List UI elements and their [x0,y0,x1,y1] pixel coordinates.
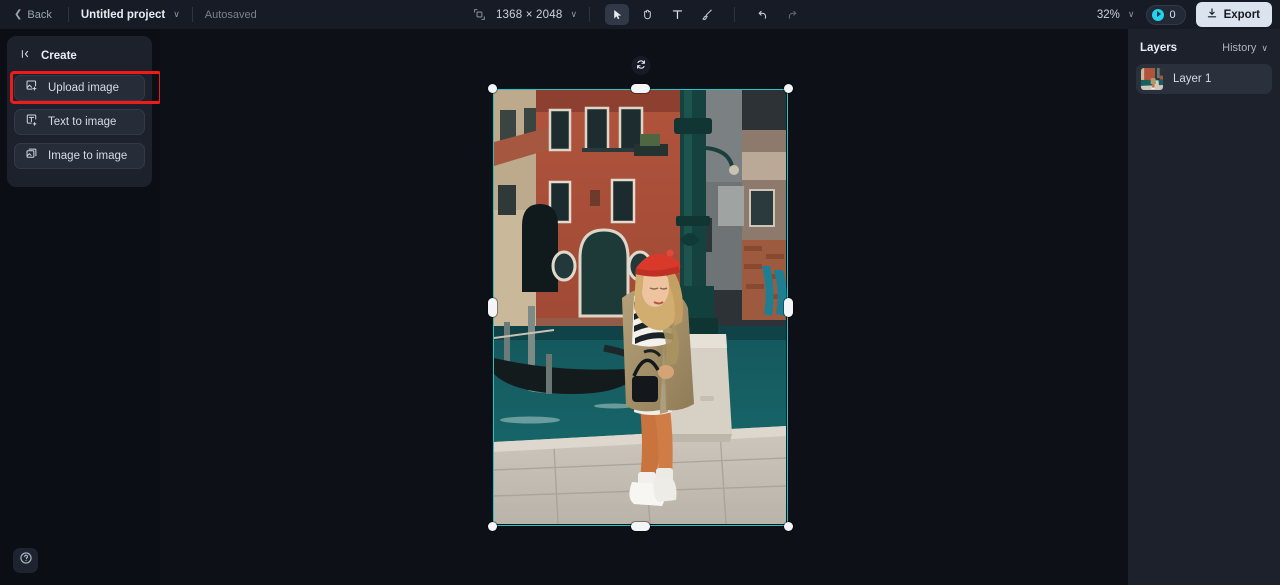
text-to-image-button[interactable]: Text to image [14,109,145,135]
layers-panel: Layers History ∨ Layer 1 [1128,29,1280,585]
project-title[interactable]: Untitled project [81,9,165,21]
resize-handle-top-left[interactable] [488,84,497,93]
topbar-center-tools: 1368 × 2048 ∨ [473,0,807,29]
canvas-image[interactable] [493,89,788,526]
create-panel-title: Create [41,50,77,62]
redo-button[interactable] [780,4,804,25]
layer-item[interactable]: Layer 1 [1136,64,1272,94]
venice-photo [494,90,787,525]
canvas-size-icon [473,8,486,21]
upload-image-button[interactable]: Upload image [14,75,145,101]
autosaved-status: Autosaved [204,8,257,21]
upload-image-label: Upload image [48,82,119,94]
dimensions-chevron-down-icon[interactable]: ∨ [570,9,577,20]
topbar-left-group: ❮ Back Untitled project ∨ Autosaved [0,6,257,24]
zoom-chevron-down-icon[interactable]: ∨ [1128,9,1135,20]
credits-badge[interactable]: 0 [1146,4,1186,25]
collapse-panel-icon[interactable] [20,47,33,65]
back-label: Back [27,8,52,21]
create-panel-header: Create [14,44,145,75]
divider [734,7,736,22]
canvas-dimensions-label: 1368 × 2048 [495,8,563,21]
history-label: History [1222,42,1257,54]
hand-icon [641,8,654,21]
redo-icon [786,8,799,21]
resize-handle-top-center[interactable] [631,84,650,93]
rotate-icon [635,57,646,75]
export-button[interactable]: Export [1195,2,1272,27]
topbar-right-group: 32% ∨ 0 Export [1097,0,1272,29]
resize-handle-top-right[interactable] [784,84,793,93]
canvas-area[interactable] [160,29,1128,585]
upload-image-icon [25,79,38,97]
top-bar: ❮ Back Untitled project ∨ Autosaved 1368… [0,0,1280,29]
undo-icon [756,8,769,21]
image-to-image-button[interactable]: Image to image [14,143,145,169]
divider [67,7,69,22]
resize-handle-bottom-left[interactable] [488,522,497,531]
text-tool-button[interactable] [665,4,689,25]
layers-panel-header: Layers History ∨ [1128,29,1280,64]
pan-tool-button[interactable] [635,4,659,25]
text-to-image-icon [25,113,38,131]
divider [191,7,193,22]
download-icon [1206,7,1218,22]
credits-count: 0 [1169,8,1176,21]
create-panel: Create Upload image Text to image Image … [7,36,162,187]
resize-handle-bottom-right[interactable] [784,522,793,531]
layers-title: Layers [1140,42,1178,54]
credit-coin-icon [1152,8,1165,21]
resize-handle-middle-left[interactable] [488,298,497,317]
image-to-image-icon [25,147,38,165]
resize-handle-bottom-center[interactable] [631,522,650,531]
text-to-image-label: Text to image [48,116,117,128]
undo-button[interactable] [750,4,774,25]
layer-thumbnail [1141,68,1163,90]
help-button[interactable] [13,548,38,573]
brush-tool-button[interactable] [695,4,719,25]
help-circle-icon [19,551,33,570]
select-tool-button[interactable] [605,4,630,25]
image-selection[interactable] [488,56,793,531]
resize-handle-middle-right[interactable] [784,298,793,317]
back-button[interactable]: ❮ Back [10,6,56,24]
rotate-handle[interactable] [631,56,650,75]
chevron-left-icon: ❮ [14,8,23,20]
chevron-down-icon[interactable]: ∨ [173,9,180,20]
history-dropdown[interactable]: History ∨ [1222,42,1268,54]
zoom-level-label: 32% [1096,8,1120,21]
layer-name: Layer 1 [1173,73,1212,85]
cursor-icon [611,8,624,21]
brush-icon [701,8,714,21]
history-chevron-down-icon: ∨ [1261,42,1268,53]
image-editor-app: ❮ Back Untitled project ∨ Autosaved 1368… [0,0,1280,585]
export-label: Export [1223,8,1260,21]
divider [589,7,591,22]
image-to-image-label: Image to image [48,150,128,162]
text-icon [671,8,684,21]
